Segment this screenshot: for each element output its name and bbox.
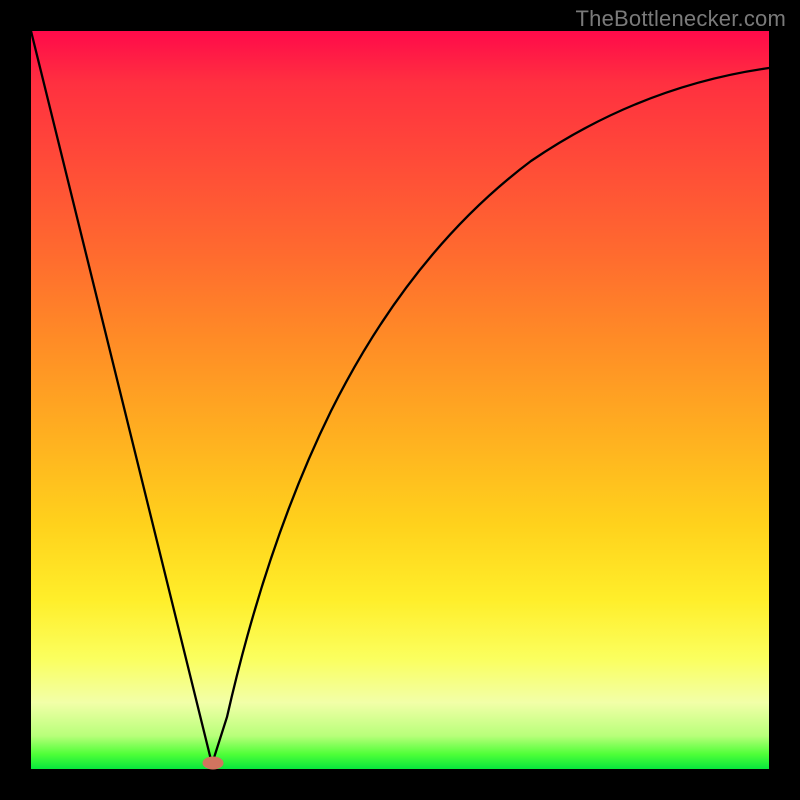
watermark-text: TheBottlenecker.com [576, 6, 786, 32]
bottleneck-curve [31, 31, 769, 769]
chart-frame: TheBottlenecker.com [0, 0, 800, 800]
chart-plot-area [31, 31, 769, 769]
curve-left-branch [31, 31, 212, 764]
optimal-point-marker [203, 757, 223, 769]
curve-right-branch [212, 68, 769, 764]
